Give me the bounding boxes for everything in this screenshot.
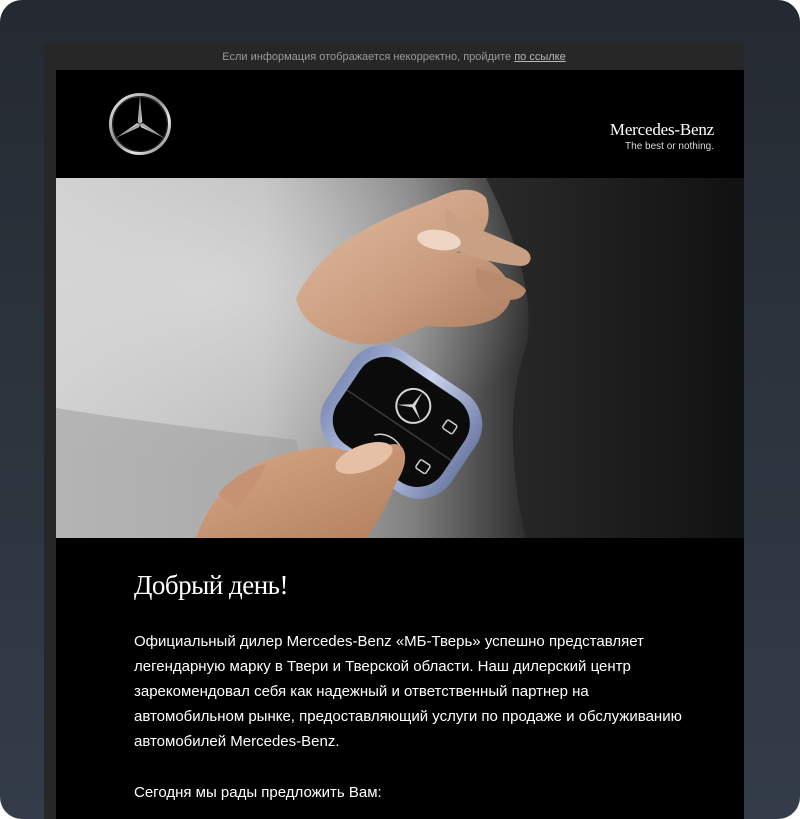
email-container: Если информация отображается некорректно… [44,44,744,819]
paragraph-line: автомобильном рынке, предоставляющий усл… [134,708,682,725]
brand-wordmark[interactable]: Mercedes-Benz The best or nothing. [610,120,714,154]
brand-name: Mercedes-Benz [609,120,714,139]
greeting-heading: Добрый день! [134,570,288,600]
paragraph-line: легендарную марку в Твери и Тверской обл… [134,658,631,675]
paragraph-line: Официальный дилер Mercedes-Benz «МБ-Твер… [134,633,644,650]
offer-intro: Сегодня мы рады предложить Вам: [134,784,382,801]
brand-tagline: The best or nothing. [625,141,714,152]
mercedes-star-icon[interactable] [108,92,172,156]
view-in-browser-link[interactable]: по ссылке [514,51,566,63]
page-background: Если информация отображается некорректно… [0,0,800,819]
email-card: Mercedes-Benz The best or nothing. Добры… [56,70,744,819]
email-body: Добрый день! Официальный дилер Mercedes-… [134,538,694,805]
paragraph-line: автомобилей Mercedes-Benz. [134,733,340,750]
email-header: Mercedes-Benz The best or nothing. [56,70,744,178]
notice-text: Если информация отображается некорректно… [222,51,512,63]
paragraph-line: зарекомендовал себя как надежный и ответ… [134,683,589,700]
hero-image [56,178,744,538]
display-notice: Если информация отображается некорректно… [44,44,744,70]
intro-paragraph: Официальный дилер Mercedes-Benz «МБ-Твер… [134,629,694,754]
